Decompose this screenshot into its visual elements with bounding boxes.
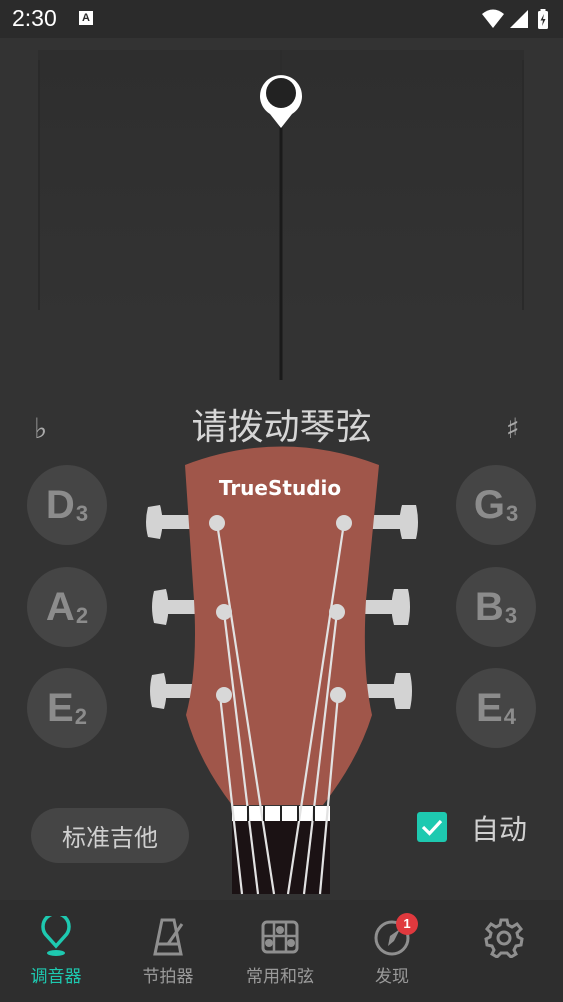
nav-item-metronome[interactable]: 节拍器 — [112, 900, 224, 1002]
string-button-g3[interactable]: G3 — [456, 465, 536, 545]
tuning-peg-right-2[interactable] — [362, 589, 410, 625]
tuning-peg-left-1[interactable] — [146, 505, 190, 539]
string-button-a2[interactable]: A2 — [27, 567, 107, 647]
nav-item-chords[interactable]: 常用和弦 — [224, 900, 336, 1002]
nav-label-metronome: 节拍器 — [142, 967, 194, 987]
string-button-e2[interactable]: E2 — [27, 668, 107, 748]
status-icons — [481, 8, 551, 34]
nav-item-tuner[interactable]: 调音器 — [0, 900, 112, 1002]
status-time: 2:30 — [12, 5, 57, 31]
signal-icon — [510, 10, 528, 28]
nav-label-discover: 发现 — [375, 967, 409, 987]
auto-checkbox[interactable] — [417, 812, 447, 842]
flat-symbol: ♭ — [34, 412, 48, 445]
tuning-preset-button[interactable]: 标准吉他 — [31, 808, 189, 863]
notification-a-icon: A — [79, 11, 93, 25]
nav-item-settings[interactable] — [448, 900, 560, 1002]
status-bar: 2:30 A — [0, 0, 563, 38]
string-button-d3[interactable]: D3 — [27, 465, 107, 545]
gear-icon — [484, 918, 524, 958]
auto-label: 自动 — [471, 813, 528, 846]
string-button-e4[interactable]: E4 — [456, 668, 536, 748]
nav-item-discover[interactable]: 1 发现 — [336, 900, 448, 1002]
bottom-nav: 调音器 节拍器 常用和弦 1 发现 — [0, 900, 563, 1002]
tuning-peg-right-1[interactable] — [372, 505, 418, 539]
tuner-display — [38, 50, 524, 380]
guitar-neck — [232, 821, 330, 894]
wifi-icon — [482, 9, 504, 28]
nav-label-chords: 常用和弦 — [246, 967, 314, 987]
string-button-b3[interactable]: B3 — [456, 567, 536, 647]
chord-icon — [261, 920, 299, 954]
headstock-brand: TrueStudio — [219, 476, 341, 500]
checkmark-icon — [421, 819, 443, 836]
battery-icon — [538, 9, 548, 29]
sharp-symbol: ♯ — [506, 412, 520, 445]
metronome-icon — [153, 918, 184, 956]
tuning-peg-left-2[interactable] — [152, 589, 200, 625]
tuning-peg-right-3[interactable] — [364, 673, 412, 709]
nav-label-tuner: 调音器 — [30, 967, 82, 987]
tuner-pin-icon — [41, 916, 71, 956]
headstock-body — [185, 446, 379, 805]
discover-badge: 1 — [396, 913, 418, 935]
